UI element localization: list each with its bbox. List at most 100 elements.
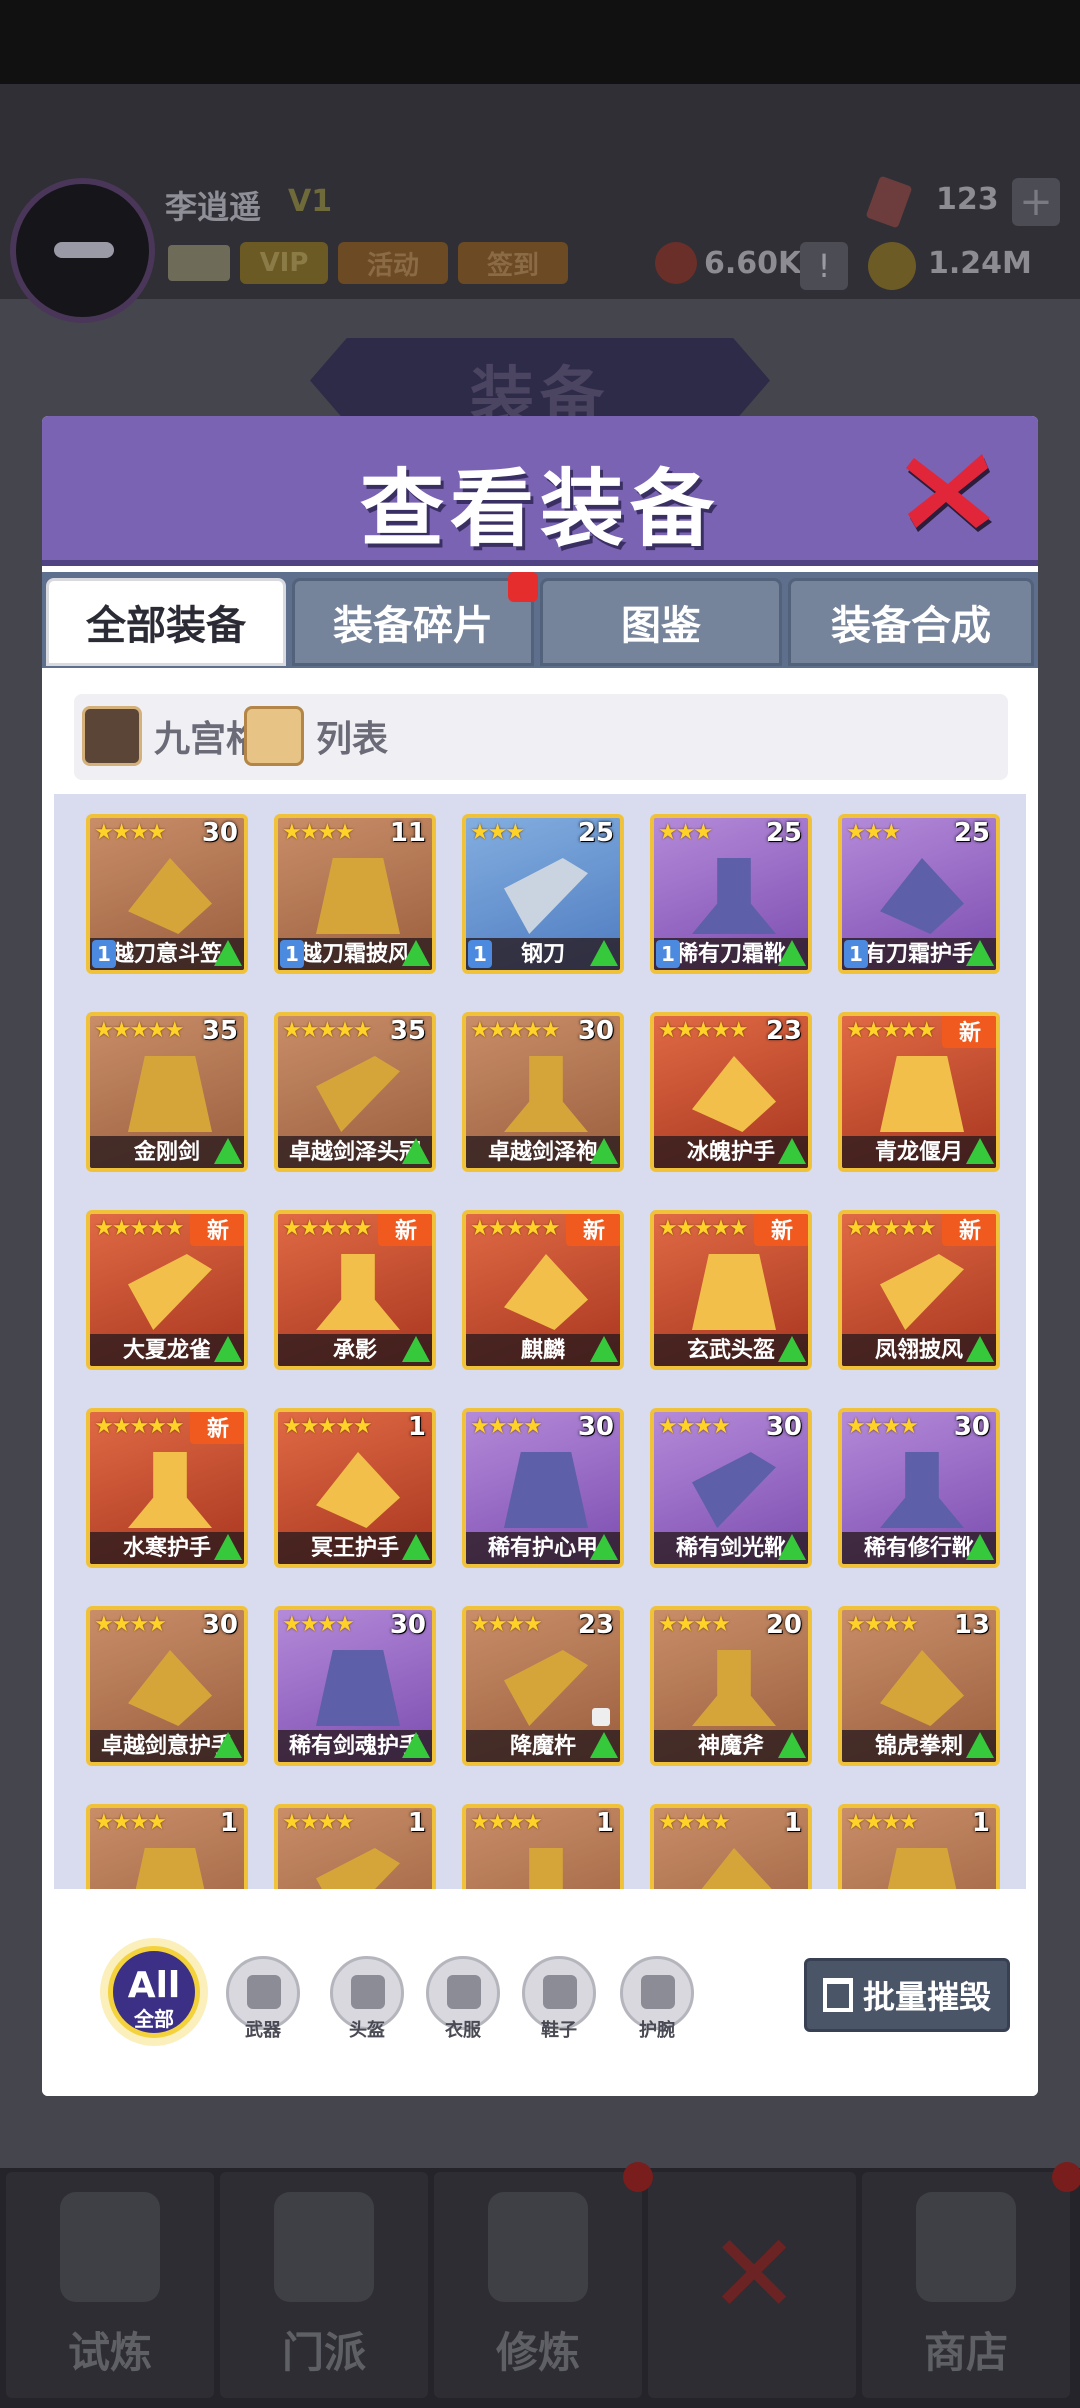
equipment-card[interactable]: ★★★★ 13 锦虎拳刺 bbox=[838, 1606, 1000, 1766]
equipment-card[interactable]: ★★★★ 1 bbox=[86, 1804, 248, 1889]
new-badge: 新 bbox=[378, 1214, 432, 1246]
star-rating: ★★★★★ bbox=[94, 1216, 185, 1241]
upgrade-arrow-icon bbox=[214, 1534, 242, 1560]
item-count: 1 bbox=[407, 1808, 426, 1838]
equipment-card[interactable]: ★★★★★ 新承影 bbox=[274, 1210, 436, 1370]
level-badge: 1 bbox=[468, 940, 492, 968]
equipment-card[interactable]: ★★★★★ 新水寒护手 bbox=[86, 1408, 248, 1568]
player-avatar[interactable] bbox=[10, 178, 155, 323]
equipment-card[interactable]: ★★★★ 20 神魔斧 bbox=[650, 1606, 812, 1766]
equipment-card[interactable]: ★★★★ 30 卓越剑意护手 bbox=[86, 1606, 248, 1766]
upgrade-arrow-icon bbox=[402, 1138, 430, 1164]
add-gems-button[interactable]: + bbox=[1012, 178, 1060, 226]
item-count: 1 bbox=[407, 1412, 426, 1442]
equipment-card[interactable]: ★★★★★ 新凤翎披风 bbox=[838, 1210, 1000, 1370]
equipment-card[interactable]: ★★★★ 11 越刀霜披风 1 bbox=[274, 814, 436, 974]
star-rating: ★★★★ bbox=[658, 1612, 731, 1637]
filter-all-button[interactable]: All 全部 bbox=[108, 1946, 200, 2038]
list-icon[interactable] bbox=[244, 706, 304, 766]
equipment-card[interactable]: ★★★★★ 23 冰魄护手 bbox=[650, 1012, 812, 1172]
star-rating: ★★★★ bbox=[846, 1612, 919, 1637]
close-button[interactable] bbox=[902, 448, 998, 538]
nav-cultivate[interactable]: 修炼 bbox=[434, 2172, 642, 2398]
equipment-card[interactable]: ★★★★ 1 bbox=[838, 1804, 1000, 1889]
equipment-card[interactable]: ★★★★★ 新玄武头盔 bbox=[650, 1210, 812, 1370]
star-rating: ★★★★★ bbox=[282, 1018, 373, 1043]
equipment-card[interactable]: ★★★★★ 35 卓越剑泽头冠 bbox=[274, 1012, 436, 1172]
coin-icon bbox=[868, 242, 916, 290]
nav-trial[interactable]: 试炼 bbox=[6, 2172, 214, 2398]
star-rating: ★★★★★ bbox=[470, 1018, 561, 1043]
star-rating: ★★★★★ bbox=[658, 1018, 749, 1043]
equipment-card[interactable]: ★★★★★ 新麒麟 bbox=[462, 1210, 624, 1370]
bulk-destroy-button[interactable]: 批量摧毁 bbox=[804, 1958, 1010, 2032]
shop-icon bbox=[916, 2192, 1016, 2302]
equipment-card[interactable]: ★★★ 25 稀有刀霜靴 1 bbox=[650, 814, 812, 974]
star-rating: ★★★ bbox=[470, 820, 525, 845]
equipment-card[interactable]: ★★★★ 23 降魔杵 bbox=[462, 1606, 624, 1766]
item-count: 20 bbox=[765, 1610, 802, 1640]
tab-equipment-synthesis[interactable]: 装备合成 bbox=[788, 578, 1034, 666]
equipment-item-icon bbox=[316, 1848, 400, 1889]
equipment-card[interactable]: ★★★ 25 有刀霜护手 1 bbox=[838, 814, 1000, 974]
equipment-card[interactable]: ★★★★ 1 bbox=[274, 1804, 436, 1889]
nav-sect[interactable]: 门派 bbox=[220, 2172, 428, 2398]
star-rating: ★★★★ bbox=[282, 1612, 355, 1637]
equipment-card[interactable]: ★★★★★ 30 卓越剑泽袍 bbox=[462, 1012, 624, 1172]
equipment-card[interactable]: ★★★★★ 1 冥王护手 bbox=[274, 1408, 436, 1568]
upgrade-arrow-icon bbox=[402, 1336, 430, 1362]
equipment-card[interactable]: ★★★★ 30 稀有修行靴 bbox=[838, 1408, 1000, 1568]
equipment-card[interactable]: ★★★★ 1 bbox=[462, 1804, 624, 1889]
upgrade-arrow-icon bbox=[778, 1336, 806, 1362]
upgrade-arrow-icon bbox=[214, 1138, 242, 1164]
power-info-button[interactable]: ! bbox=[800, 242, 848, 290]
star-rating: ★★★★ bbox=[470, 1810, 543, 1835]
star-rating: ★★★★ bbox=[94, 1810, 167, 1835]
list-view-label[interactable]: 列表 bbox=[316, 710, 388, 762]
star-rating: ★★★ bbox=[658, 820, 713, 845]
mail-icon[interactable] bbox=[168, 245, 230, 281]
equipment-item-icon bbox=[128, 1254, 212, 1330]
equipment-card[interactable]: ★★★★ 30 稀有护心甲 bbox=[462, 1408, 624, 1568]
clothes-icon bbox=[447, 1975, 481, 2009]
upgrade-arrow-icon bbox=[590, 1336, 618, 1362]
upgrade-arrow-icon bbox=[214, 1336, 242, 1362]
upgrade-arrow-icon bbox=[402, 940, 430, 966]
signin-button[interactable]: 签到 bbox=[458, 242, 568, 284]
equipment-item-icon bbox=[504, 858, 588, 934]
new-badge: 新 bbox=[190, 1412, 244, 1444]
upgrade-arrow-icon bbox=[966, 1138, 994, 1164]
equipment-modal: 查看装备 全部装备 装备碎片 图鉴 装备合成 九宫格 列表 ★★★★ 30 越刀意斗… bbox=[42, 416, 1038, 2096]
star-rating: ★★★★★ bbox=[282, 1216, 373, 1241]
equipment-card[interactable]: ★★★★ 1 bbox=[650, 1804, 812, 1889]
tab-encyclopedia[interactable]: 图鉴 bbox=[540, 578, 782, 666]
upgrade-arrow-icon bbox=[966, 1336, 994, 1362]
vip-button[interactable]: VIP bbox=[240, 242, 328, 284]
equipment-card[interactable]: ★★★★ 30 稀有剑魂护手 bbox=[274, 1606, 436, 1766]
star-rating: ★★★★★ bbox=[282, 1414, 373, 1439]
activity-button[interactable]: 活动 bbox=[338, 242, 448, 284]
tab-equipment-fragments[interactable]: 装备碎片 bbox=[292, 578, 534, 666]
upgrade-arrow-icon bbox=[590, 940, 618, 966]
upgrade-arrow-icon bbox=[402, 1732, 430, 1758]
item-count: 30 bbox=[577, 1412, 614, 1442]
equipment-card[interactable]: ★★★★★ 新大夏龙雀 bbox=[86, 1210, 248, 1370]
bulk-destroy-label: 批量摧毁 bbox=[862, 1978, 991, 2016]
nav-notification-dot bbox=[1052, 2162, 1080, 2192]
equipment-item-icon bbox=[692, 1848, 776, 1889]
equipment-item-icon bbox=[504, 1254, 588, 1330]
item-count: 25 bbox=[577, 818, 614, 848]
equipment-card[interactable]: ★★★★ 30 越刀意斗笠 1 bbox=[86, 814, 248, 974]
equipment-card[interactable]: ★★★★★ 新青龙偃月 bbox=[838, 1012, 1000, 1172]
filter-bracer-label: 护腕 bbox=[639, 2020, 675, 2041]
new-badge: 新 bbox=[942, 1214, 996, 1246]
equipment-card[interactable]: ★★★★ 30 稀有剑光靴 bbox=[650, 1408, 812, 1568]
equipment-card[interactable]: ★★★★★ 35 金刚剑 bbox=[86, 1012, 248, 1172]
grid-icon[interactable] bbox=[82, 706, 142, 766]
nav-shop[interactable]: 商店 bbox=[862, 2172, 1070, 2398]
star-rating: ★★★★ bbox=[846, 1414, 919, 1439]
upgrade-arrow-icon bbox=[966, 1534, 994, 1560]
star-rating: ★★★★★ bbox=[470, 1216, 561, 1241]
equipment-card[interactable]: ★★★ 25 钢刀 1 bbox=[462, 814, 624, 974]
tab-all-equipment[interactable]: 全部装备 bbox=[46, 578, 286, 666]
